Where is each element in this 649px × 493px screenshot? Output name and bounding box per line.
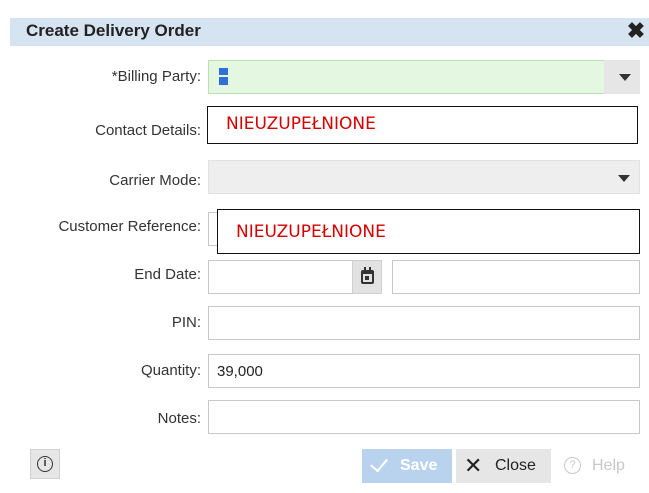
contact-details-field[interactable]: NIEUZUPEŁNIONE <box>207 106 638 144</box>
dialog-titlebar: Create Delivery Order ✖ <box>10 18 649 46</box>
carrier-mode-label: Carrier Mode: <box>109 172 201 189</box>
carrier-mode-select[interactable] <box>208 160 640 194</box>
notes-label: Notes: <box>157 410 201 427</box>
billing-party-label: *Billing Party: <box>111 68 201 85</box>
date-picker-button[interactable] <box>352 260 382 294</box>
help-icon: ? <box>564 457 581 474</box>
customer-reference-field[interactable]: NIEUZUPEŁNIONE <box>217 209 640 254</box>
save-button[interactable]: Save <box>362 449 452 483</box>
pin-label: PIN: <box>171 314 201 331</box>
customer-reference-label: Customer Reference: <box>58 218 201 235</box>
chevron-down-icon <box>619 74 631 81</box>
dialog-title: Create Delivery Order <box>26 21 201 40</box>
notes-input[interactable] <box>208 400 640 434</box>
help-button[interactable]: ? Help <box>556 449 646 483</box>
checkmark-icon <box>370 453 388 473</box>
close-button[interactable]: ✕ Close <box>456 449 551 483</box>
create-delivery-order-dialog: Create Delivery Order ✖ *Billing Party: … <box>0 0 649 493</box>
text-cursor <box>219 68 228 85</box>
pin-input[interactable] <box>208 306 640 340</box>
billing-party-select[interactable] <box>208 60 640 94</box>
calendar-icon <box>361 267 374 284</box>
close-icon: ✕ <box>464 453 483 478</box>
end-time-input[interactable] <box>392 260 640 294</box>
info-icon: i <box>37 456 53 472</box>
info-button[interactable]: i <box>30 449 60 479</box>
contact-details-label: Contact Details: <box>95 122 201 139</box>
billing-party-dropdown-button[interactable] <box>604 60 640 94</box>
quantity-input[interactable]: 39,000 <box>208 354 640 388</box>
end-date-input[interactable] <box>208 260 354 294</box>
close-icon[interactable]: ✖ <box>625 19 647 43</box>
end-date-label: End Date: <box>134 266 201 283</box>
quantity-label: Quantity: <box>140 362 201 379</box>
chevron-down-icon <box>618 175 630 182</box>
